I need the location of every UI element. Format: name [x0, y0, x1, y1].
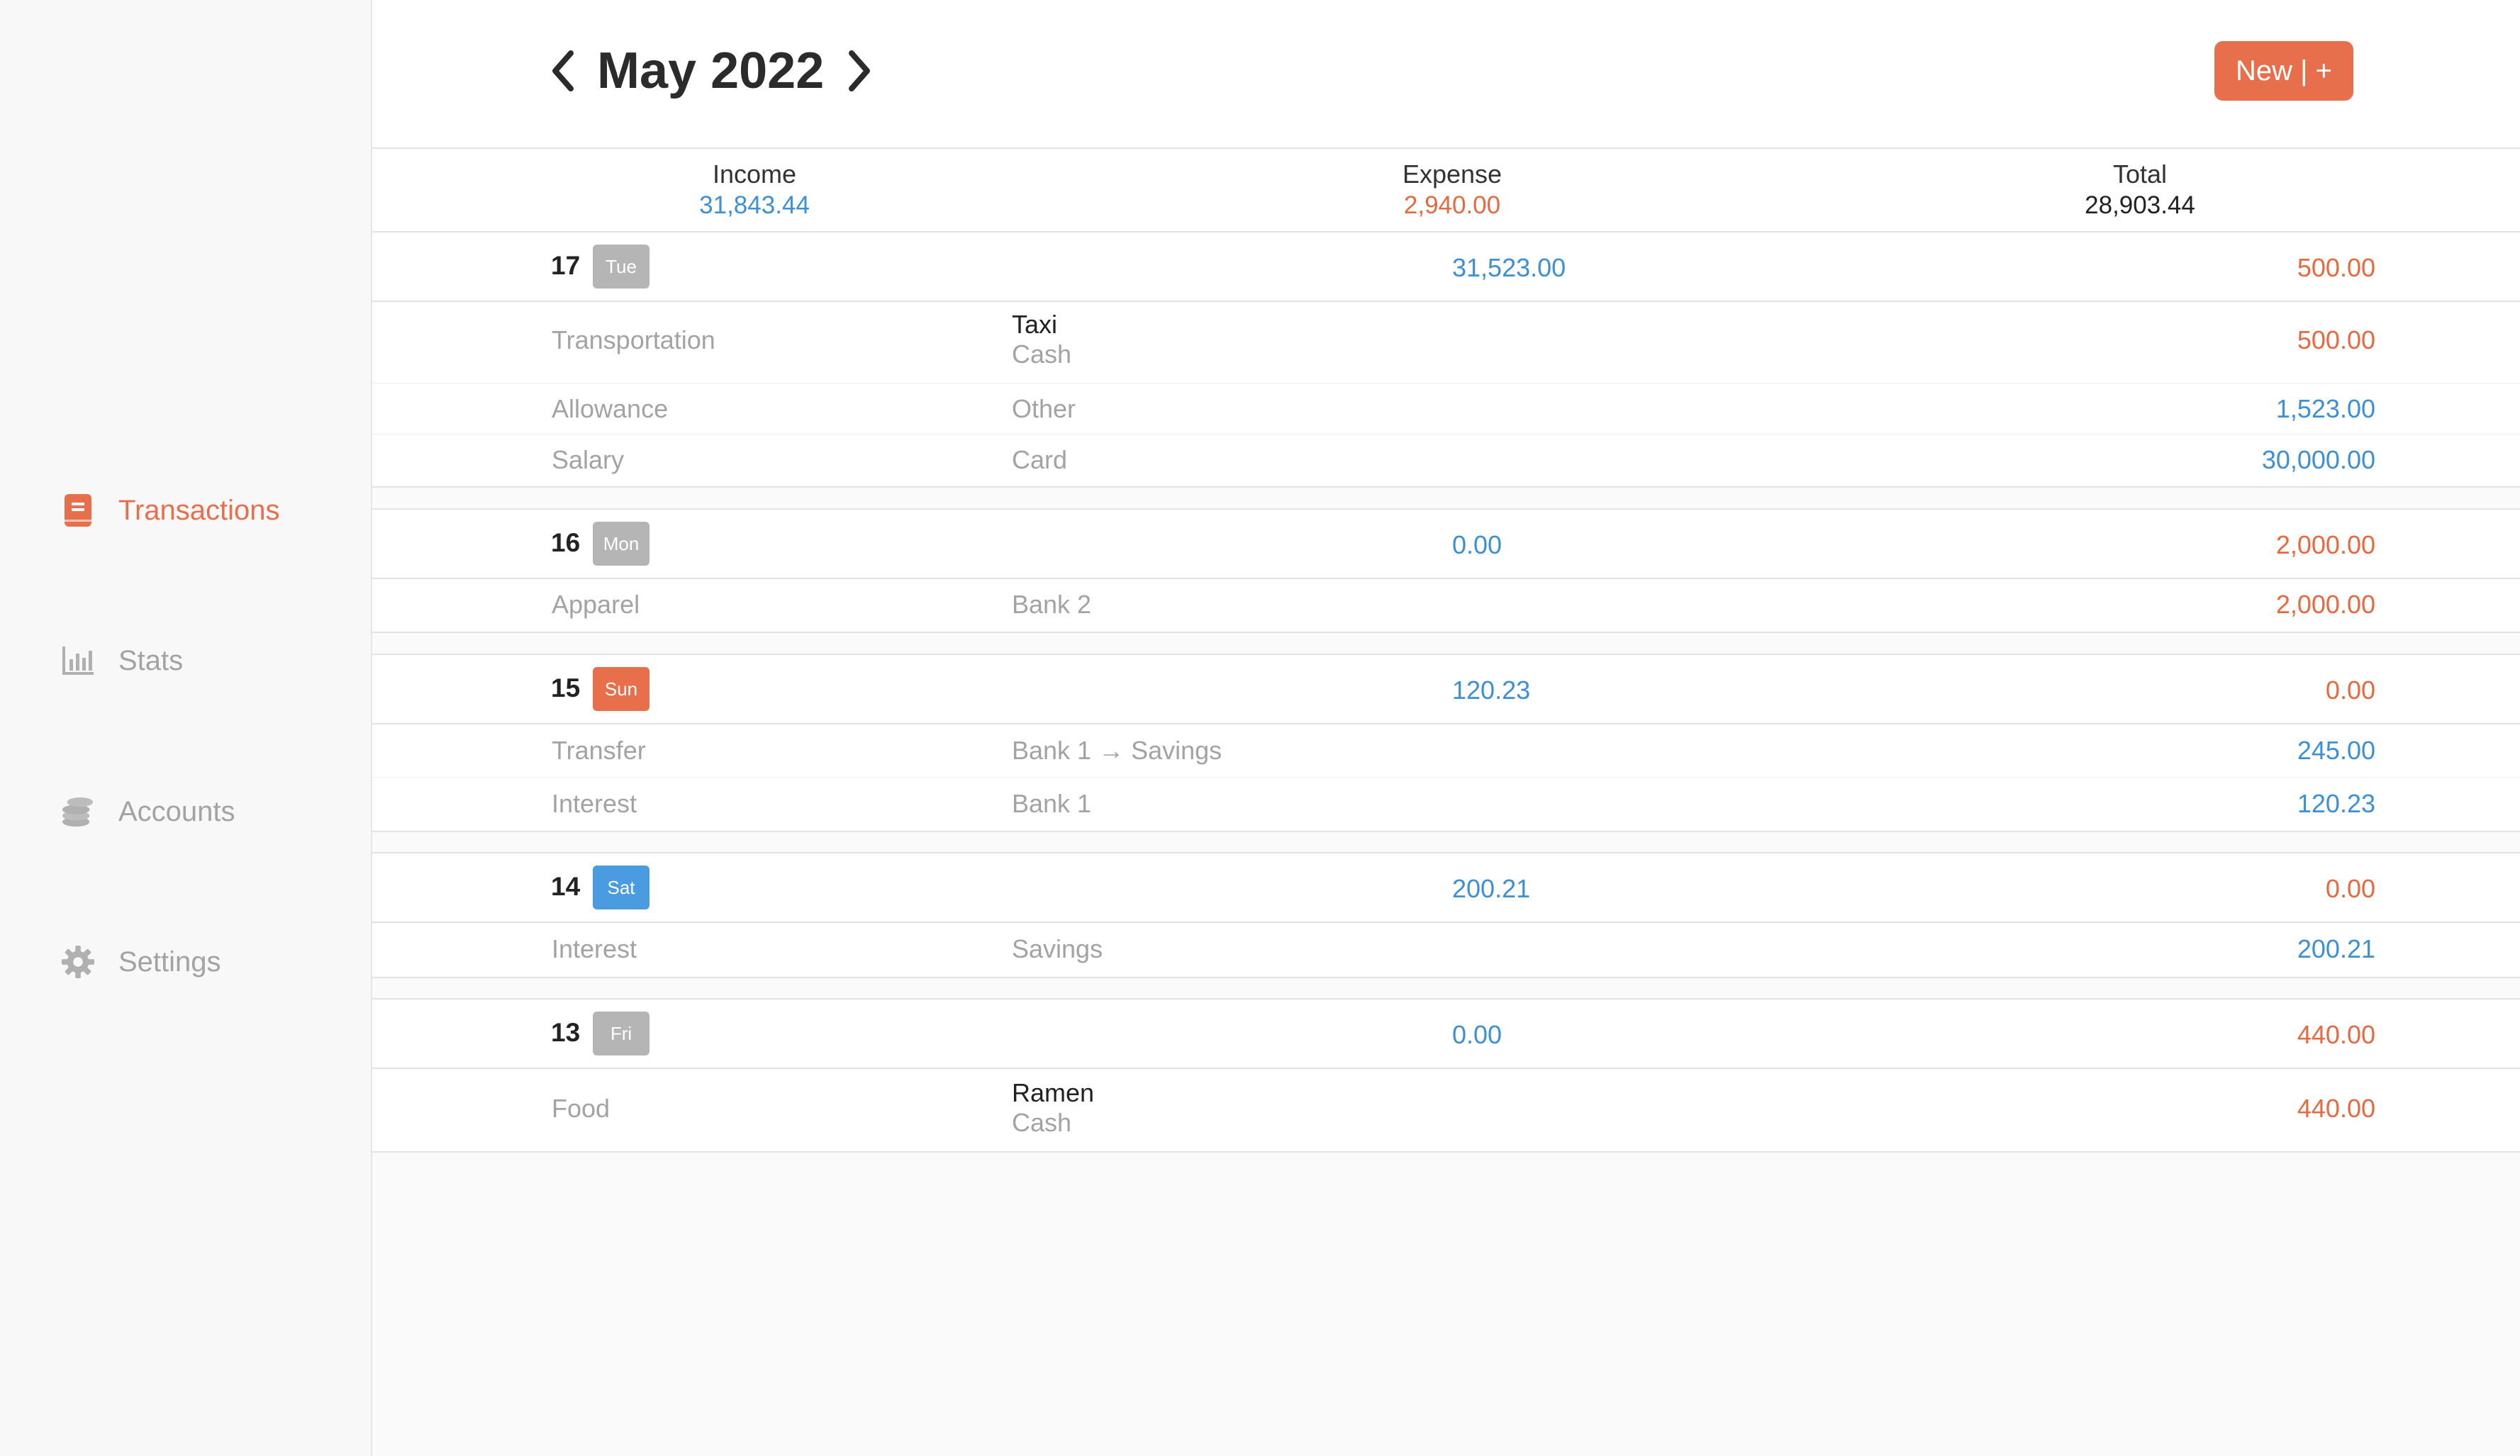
income-label: Income	[712, 159, 797, 189]
transaction-account: Bank 2	[1012, 590, 1092, 619]
weekday-badge: Mon	[593, 522, 649, 566]
gear-icon	[61, 943, 95, 980]
transaction-row[interactable]: Food Ramen Cash 440.00	[372, 1069, 2520, 1150]
transaction-note: Ramen	[1012, 1078, 1095, 1107]
day-header[interactable]: 14 Sat 200.21 0.00	[372, 853, 2520, 923]
day-expense: 2,000.00	[2275, 530, 2375, 559]
transaction-amount: 245.00	[2297, 736, 2375, 765]
day-income: 0.00	[1452, 1020, 1502, 1049]
sidebar-item-label: Accounts	[118, 795, 235, 827]
day-number: 17	[551, 251, 581, 280]
day-group: 14 Sat 200.21 0.00 Interest Savings 200.…	[372, 852, 2520, 978]
transaction-row[interactable]: Interest Savings 200.21	[372, 923, 2520, 975]
day-group: 17 Tue 31,523.00 500.00 Transportation T…	[372, 231, 2520, 488]
next-month-button[interactable]	[838, 41, 881, 101]
transaction-amount: 2,000.00	[2275, 590, 2375, 619]
transaction-category: Apparel	[552, 590, 640, 619]
day-expense: 0.00	[2325, 676, 2375, 705]
transaction-account: Bank 1 → Savings	[1012, 736, 1222, 765]
transaction-amount: 1,523.00	[2275, 394, 2375, 423]
transaction-account: Other	[1012, 394, 1076, 423]
transaction-row[interactable]: Apparel Bank 2 2,000.00	[372, 579, 2520, 630]
total-value: 28,903.44	[2085, 191, 2195, 219]
transaction-category: Interest	[552, 789, 637, 818]
header: May 2022 New | +	[372, 0, 2520, 149]
transaction-amount: 500.00	[2297, 325, 2375, 354]
transaction-account: Bank 1	[1012, 789, 1092, 818]
transaction-row[interactable]: Interest Bank 1 120.23	[372, 777, 2520, 830]
sidebar-item-transactions[interactable]: Transactions	[61, 489, 280, 532]
transaction-category: Transportation	[552, 325, 715, 354]
sidebar-item-stats[interactable]: Stats	[61, 639, 183, 682]
transaction-amount: 440.00	[2297, 1094, 2375, 1123]
transaction-category: Salary	[552, 445, 625, 474]
total-summary: Total 28,903.44	[1998, 159, 2282, 221]
income-value: 31,843.44	[699, 191, 810, 219]
sidebar-item-accounts[interactable]: Accounts	[61, 790, 235, 833]
day-group: 15 Sun 120.23 0.00 Transfer Bank 1 → Sav…	[372, 654, 2520, 832]
total-label: Total	[2112, 159, 2168, 189]
summary-bar: Income 31,843.44 Expense 2,940.00 Total …	[372, 149, 2520, 233]
transaction-account: Savings	[1012, 934, 1103, 963]
bar-chart-icon	[61, 642, 95, 679]
transaction-amount: 30,000.00	[2261, 445, 2375, 474]
day-group: 13 Fri 0.00 440.00 Food Ramen Cash 440.0…	[372, 998, 2520, 1153]
weekday-badge: Sun	[593, 667, 649, 711]
day-number: 16	[551, 528, 581, 557]
expense-value: 2,940.00	[1403, 191, 1501, 219]
transaction-account: Cash	[1012, 1108, 1072, 1137]
day-income: 0.00	[1452, 530, 1502, 559]
day-number: 14	[551, 872, 581, 901]
weekday-badge: Tue	[593, 245, 649, 289]
weekday-badge: Sat	[593, 866, 649, 909]
expense-summary: Expense 2,940.00	[1310, 159, 1594, 221]
day-number: 15	[551, 673, 581, 702]
day-number: 13	[551, 1018, 581, 1047]
sidebar-item-settings[interactable]: Settings	[61, 941, 221, 983]
transaction-category: Allowance	[552, 394, 669, 423]
transaction-category: Food	[552, 1094, 611, 1123]
day-header[interactable]: 16 Mon 0.00 2,000.00	[372, 510, 2520, 579]
transaction-account: Card	[1012, 445, 1068, 474]
transaction-row[interactable]: Allowance Other 1,523.00	[372, 383, 2520, 435]
sidebar-item-label: Settings	[118, 946, 221, 978]
new-transaction-button[interactable]: New | +	[2214, 41, 2353, 101]
transaction-row[interactable]: Salary Card 30,000.00	[372, 434, 2520, 486]
transaction-amount: 200.21	[2297, 934, 2375, 963]
transaction-account: Cash	[1012, 340, 1072, 369]
day-header[interactable]: 13 Fri 0.00 440.00	[372, 999, 2520, 1069]
day-expense: 440.00	[2297, 1020, 2375, 1049]
day-income: 31,523.00	[1452, 253, 1566, 282]
day-header[interactable]: 15 Sun 120.23 0.00	[372, 655, 2520, 724]
previous-month-button[interactable]	[542, 41, 584, 101]
day-income: 120.23	[1452, 676, 1531, 705]
day-header[interactable]: 17 Tue 31,523.00 500.00	[372, 233, 2520, 302]
transaction-amount: 120.23	[2297, 789, 2375, 818]
weekday-badge: Fri	[593, 1012, 649, 1055]
main-panel: May 2022 New | + Income 31,843.44 Expens…	[372, 0, 2520, 1456]
transaction-row[interactable]: Transportation Taxi Cash 500.00	[372, 302, 2520, 383]
coins-icon	[61, 793, 95, 830]
sidebar-item-label: Transactions	[118, 494, 280, 526]
month-title: May 2022	[597, 43, 825, 99]
income-summary: Income 31,843.44	[613, 159, 896, 221]
book-icon	[61, 492, 95, 529]
day-income: 200.21	[1452, 874, 1531, 903]
sidebar-item-label: Stats	[118, 644, 184, 676]
sidebar: Transactions Stats Accounts Settings	[0, 0, 372, 1456]
expense-label: Expense	[1402, 159, 1502, 189]
transaction-category: Interest	[552, 934, 637, 963]
day-expense: 500.00	[2297, 253, 2375, 282]
day-expense: 0.00	[2325, 874, 2375, 903]
transaction-category: Transfer	[552, 736, 646, 765]
transaction-row[interactable]: Transfer Bank 1 → Savings 245.00	[372, 724, 2520, 777]
transaction-note: Taxi	[1012, 310, 1058, 339]
day-group: 16 Mon 0.00 2,000.00 Apparel Bank 2 2,00…	[372, 508, 2520, 633]
